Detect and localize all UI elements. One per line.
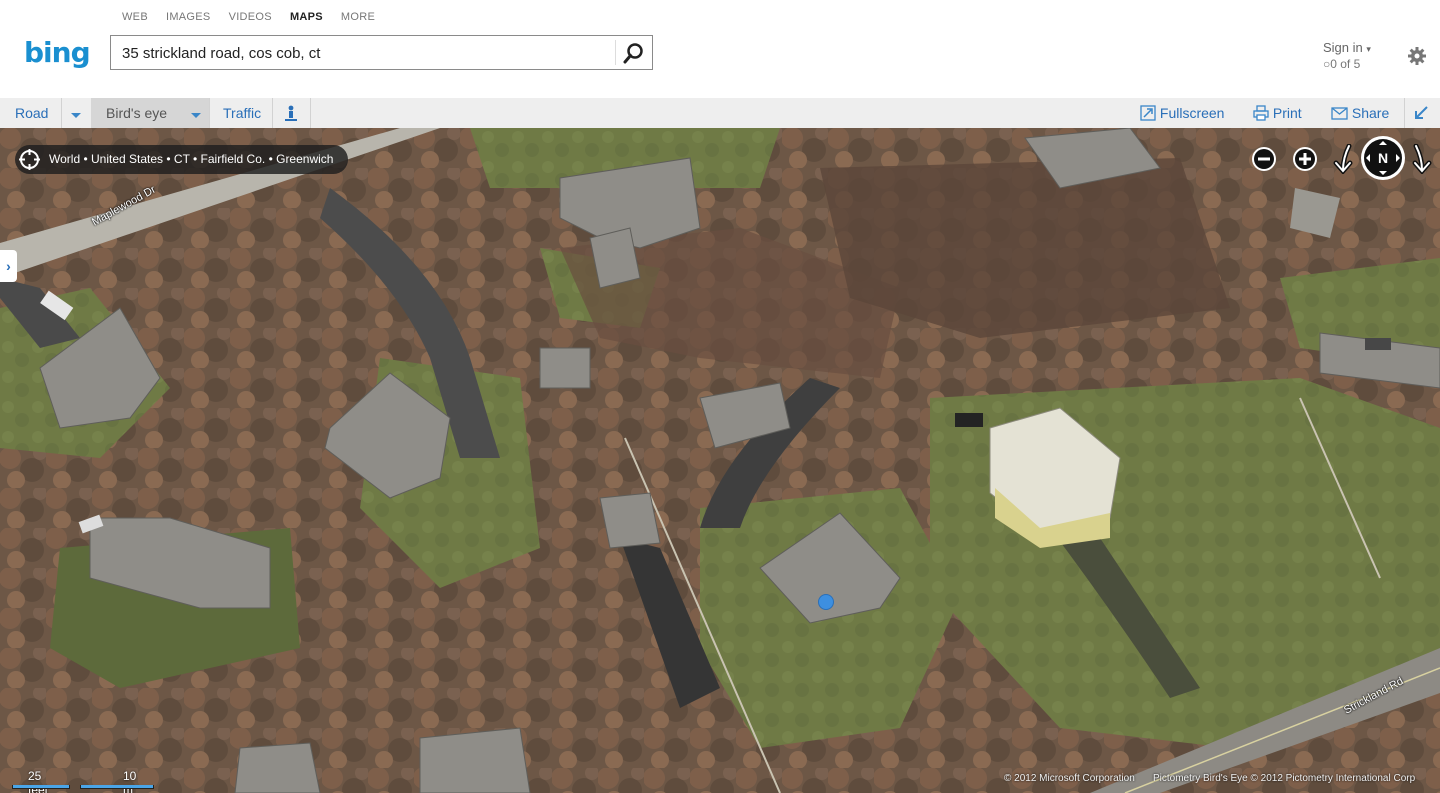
scale-meters-label: 10 m	[123, 769, 137, 793]
search-button[interactable]	[620, 40, 648, 66]
fullscreen-button[interactable]: Fullscreen	[1140, 98, 1224, 128]
location-breadcrumb[interactable]: World • United States • CT • Fairfield C…	[15, 145, 349, 174]
rewards-status[interactable]: ○0 of 5	[1323, 57, 1371, 72]
compass-control[interactable]: N	[1360, 135, 1406, 181]
aerial-imagery	[0, 128, 1440, 793]
streetside-button[interactable]	[284, 98, 298, 128]
search-box	[110, 35, 653, 71]
share-label: Share	[1351, 105, 1390, 121]
breadcrumb-text: World • United States • CT • Fairfield C…	[49, 152, 334, 166]
fullscreen-label: Fullscreen	[1159, 105, 1225, 121]
map-canvas[interactable]: Maplewood Dr Strickland Rd World • Unite…	[0, 128, 1440, 793]
search-icon	[623, 43, 643, 64]
locate-me-icon[interactable]	[19, 149, 40, 170]
chevron-right-icon: ›	[6, 258, 11, 274]
search-divider	[615, 40, 616, 65]
gear-icon	[1408, 47, 1426, 65]
map-toolbar: Road Bird's eye Traffic Fullscreen Print	[0, 98, 1440, 129]
location-pin[interactable]	[817, 593, 835, 611]
scale-feet-label: 25 feet	[28, 769, 48, 793]
scale-meters-bar	[80, 785, 154, 789]
chevron-down-icon	[71, 113, 81, 118]
road-options-dropdown[interactable]	[62, 98, 90, 128]
nav-more[interactable]: MORE	[341, 11, 375, 23]
zoom-out-button[interactable]	[1250, 145, 1278, 173]
top-nav: WEB IMAGES VIDEOS MAPS MORE	[122, 11, 375, 23]
divider	[272, 98, 273, 128]
print-button[interactable]: Print	[1253, 98, 1302, 128]
compass-icon: N	[1361, 136, 1405, 180]
expand-panel-button[interactable]: ›	[0, 250, 17, 282]
nav-web[interactable]: WEB	[122, 11, 148, 23]
zoom-in-button[interactable]	[1291, 145, 1319, 173]
copyright-pictometry: Pictometry Bird's Eye © 2012 Pictometry …	[1153, 773, 1416, 784]
print-label: Print	[1272, 105, 1302, 121]
rotate-right-button[interactable]	[1410, 144, 1434, 174]
nav-videos[interactable]: VIDEOS	[229, 11, 272, 23]
compass-north-label: N	[1378, 150, 1388, 166]
printer-icon	[1253, 105, 1269, 121]
search-input[interactable]	[120, 36, 614, 71]
account-area: Sign in ▾ ○0 of 5	[1323, 40, 1371, 72]
envelope-icon	[1331, 107, 1348, 120]
copyright-microsoft: © 2012 Microsoft Corporation	[1004, 773, 1135, 784]
traffic-button[interactable]: Traffic	[223, 98, 261, 128]
divider	[310, 98, 311, 128]
divider	[209, 98, 210, 128]
nav-images[interactable]: IMAGES	[166, 11, 211, 23]
nav-maps[interactable]: MAPS	[290, 11, 323, 23]
settings-button[interactable]	[1407, 46, 1427, 66]
collapse-toolbar-button[interactable]	[1413, 98, 1429, 128]
bing-logo[interactable]: bing	[24, 36, 91, 69]
rotate-left-button[interactable]	[1331, 144, 1355, 174]
road-view-button[interactable]: Road	[15, 98, 48, 128]
divider	[1404, 98, 1405, 128]
pegman-icon	[285, 105, 297, 122]
arrow-collapse-icon	[1415, 106, 1428, 119]
birdseye-options-dropdown[interactable]	[183, 98, 209, 128]
divider	[61, 98, 62, 128]
chevron-down-icon	[191, 113, 201, 118]
share-button[interactable]: Share	[1331, 98, 1389, 128]
scale-feet-bar	[12, 785, 70, 789]
fullscreen-icon	[1140, 105, 1156, 121]
birdseye-view-button[interactable]: Bird's eye	[91, 98, 183, 128]
signin-link[interactable]: Sign in ▾	[1323, 40, 1371, 57]
